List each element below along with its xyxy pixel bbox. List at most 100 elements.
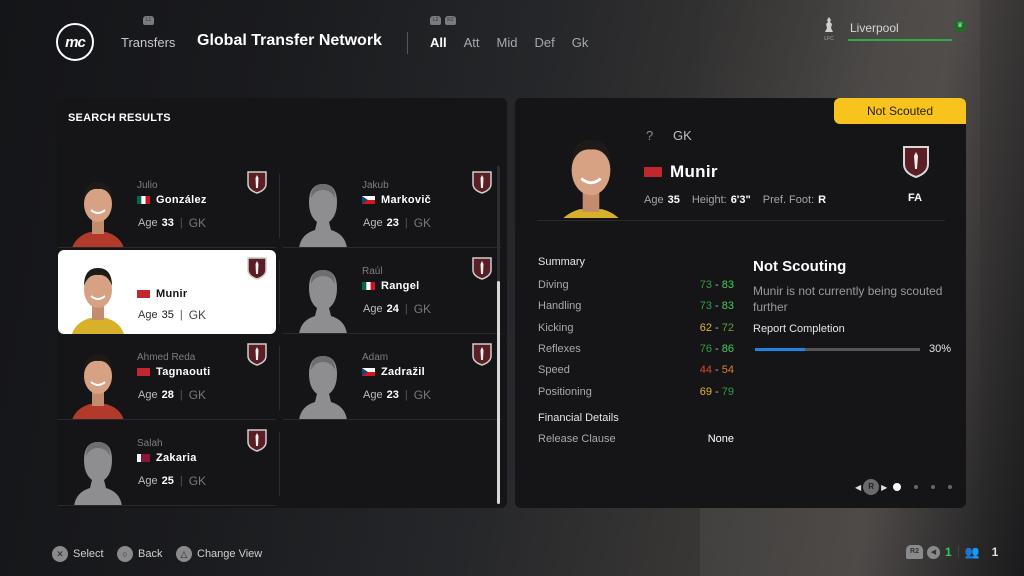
row-separator [283,333,501,334]
pager-right-arrow-icon[interactable]: ▶ [881,483,887,492]
attribute-high: 83 [721,279,734,291]
r2-trigger-icon: R2 [445,16,456,25]
free-agent-crest-icon [903,146,929,178]
attribute-high: 86 [721,342,734,355]
player-card[interactable]: Munir Age 35 | GK [58,250,280,334]
attribute-name: Kicking [538,321,574,334]
club-progress-fill [848,39,952,41]
czech-flag-icon [362,196,375,204]
age-value: 23 [386,389,399,401]
player-card[interactable]: Jakub Markovič Age 23 | GK [283,164,501,248]
back-label: Back [138,548,163,560]
tab-att[interactable]: Att [464,35,480,50]
system-status: R2 ◀ 1 👥 1 [906,545,998,559]
row-separator [58,419,276,420]
player-card[interactable]: Ahmed Reda Tagnaouti Age 28 | GK [58,336,280,420]
player-detail-panel: ? GK Munir Age 35 Height: 6'3" Pref. Foot:… [515,98,966,508]
player-card[interactable]: Raúl Rangel Age 24 | GK [283,250,501,334]
attribute-range: 44 - 54 [700,364,734,376]
results-scrollbar[interactable] [497,166,500,504]
foot-value: R [818,194,827,206]
club-crest-text: LFC [824,36,834,42]
position-value: GK [188,388,207,402]
release-clause-label: Release Clause [538,433,616,445]
player-age-position: Age 33 | GK [138,216,206,230]
career-mode-logo: mc [56,23,94,61]
player-name-row: Tagnaouti [137,366,210,378]
range-dash: - [711,385,722,398]
attribute-low: 73 [699,300,712,313]
attribute-high: 79 [721,385,734,398]
change-view-button[interactable]: △ Change View [176,546,262,562]
tab-mid[interactable]: Mid [497,35,518,50]
height-label: Height: [691,194,727,206]
page-title: Global Transfer Network [197,32,382,49]
player-name-row: Markovič [362,194,431,206]
pager-left-arrow-icon[interactable]: ◀ [855,483,861,492]
age-label: Age [138,389,158,401]
position-value: GK [413,302,432,316]
mexico-flag-icon [362,282,375,290]
scrollbar-thumb[interactable] [497,280,500,504]
player-name-row: Zakaria [137,452,197,464]
tab-gk[interactable]: Gk [572,35,589,50]
free-agent-crest-icon [246,256,268,280]
page-dot[interactable] [914,485,919,489]
page-dot[interactable] [931,485,936,489]
age-label: Age [138,309,158,321]
free-agent-crest-icon [246,342,268,366]
separator: | [404,303,408,315]
attribute-low: 73 [699,279,712,291]
logo-text: mc [65,33,86,51]
attribute-row: Positioning 69 - 79 [538,386,734,398]
player-age-position: Age 28 | GK [138,388,206,402]
range-dash: - [711,279,722,291]
detail-divider [537,220,945,221]
player-age-position: Age 23 | GK [363,388,431,402]
crown-icon: ♛ [954,20,966,32]
position-value: GK [188,308,207,322]
attribute-high: 83 [721,300,734,313]
club-info: LFC Liverpool ♛ [822,16,972,46]
age-label: Age [363,303,383,315]
range-dash: - [711,321,722,334]
player-age-position: Age 25 | GK [138,474,206,488]
club-name: Liverpool [850,21,899,35]
player-first-name: Adam [362,352,389,363]
scouting-description: Munir is not currently being scouted fur… [753,284,943,314]
column-separator [279,346,280,410]
position-value: GK [188,474,207,488]
nav-transfers-link[interactable]: Transfers [121,35,175,50]
separator: | [179,475,183,487]
l2-trigger-icon: L2 [430,16,441,25]
column-separator [279,174,280,238]
age-label: Age [138,217,158,229]
player-card[interactable]: Julio González Age 33 | GK [58,164,280,248]
player-card[interactable]: Adam Zadražil Age 23 | GK [283,336,501,420]
player-card[interactable]: Salah Zakaria Age 25 | GK [58,422,280,506]
page-indicator[interactable]: ◀ R ▶ [855,479,953,495]
attribute-row: Kicking 62 - 72 [538,322,734,334]
tab-def[interactable]: Def [534,35,554,50]
attribute-low: 44 [699,364,712,377]
player-photo [72,172,124,248]
select-button[interactable]: ✕ Select [52,546,104,562]
age-label: Age [363,217,383,229]
club-label: FA [907,192,923,204]
mexico-flag-icon [137,196,150,204]
release-clause-row: Release Clause None [538,433,734,445]
page-dot[interactable] [948,485,953,489]
separator: | [404,389,408,401]
attribute-range: 62 - 72 [700,322,734,334]
player-last-name: Zadražil [381,366,425,378]
release-clause-value: None [707,433,734,445]
player-first-name: Jakub [362,180,389,191]
summary-title: Summary [538,256,586,268]
page-dot-active[interactable] [893,483,902,491]
tab-all[interactable]: All [430,35,447,50]
position-value: GK [188,216,207,230]
change-view-label: Change View [197,548,263,560]
back-button[interactable]: ○ Back [117,546,162,562]
qatar-flag-icon [137,454,150,462]
report-progress-bar [755,348,920,351]
